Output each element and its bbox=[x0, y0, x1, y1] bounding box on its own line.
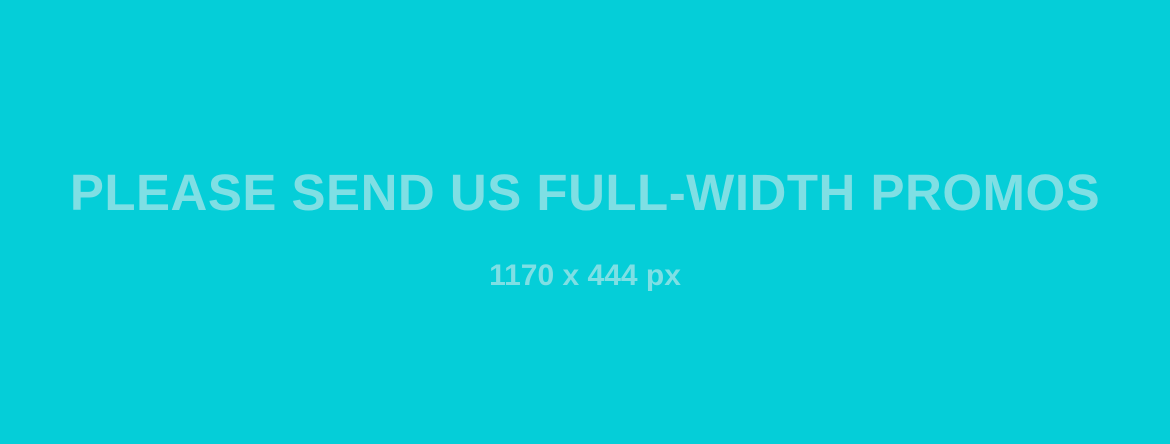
placeholder-headline: PLEASE SEND US FULL-WIDTH PROMOS bbox=[69, 164, 1101, 221]
promo-placeholder-banner: PLEASE SEND US FULL-WIDTH PROMOS 1170 x … bbox=[0, 0, 1170, 444]
placeholder-dimensions: 1170 x 444 px bbox=[489, 259, 681, 292]
